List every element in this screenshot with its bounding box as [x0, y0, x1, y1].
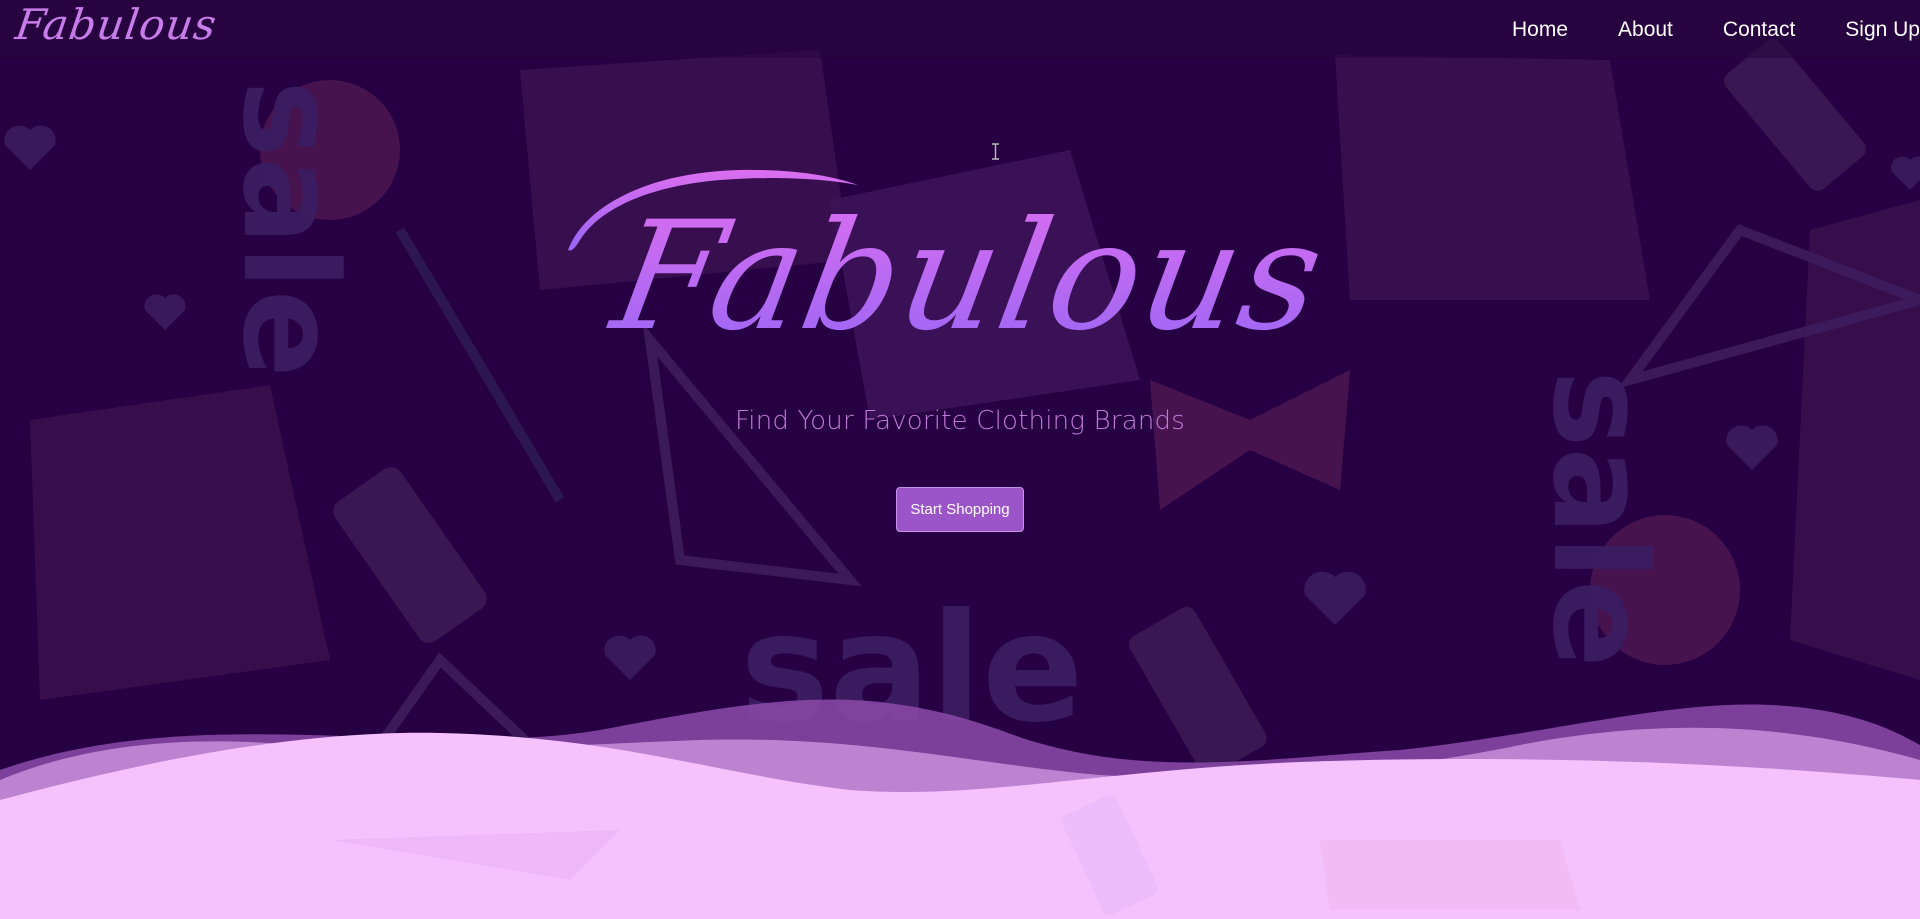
nav-home-link[interactable]: Home [1462, 16, 1568, 44]
bow-icon [1150, 370, 1350, 510]
nav-contact-link[interactable]: Contact [1673, 16, 1795, 44]
text-cursor-icon [992, 143, 999, 160]
nav-signup-link[interactable]: Sign Up [1795, 16, 1920, 44]
logo[interactable]: Fabulous [13, 0, 220, 49]
hero-title-text: Fabulous [599, 189, 1337, 364]
nav-about-link[interactable]: About [1568, 16, 1673, 44]
hero-title: Fabulous [568, 169, 1337, 364]
hero-subtitle: Find Your Favorite Clothing Brands [735, 406, 1185, 436]
background-pattern: sale sale sale [0, 39, 1920, 919]
start-shopping-button[interactable]: Start Shopping [896, 487, 1024, 532]
nav-links: Home About Contact Sign Up [1462, 16, 1920, 44]
navbar: Fabulous Home About Contact Sign Up [0, 0, 1920, 58]
